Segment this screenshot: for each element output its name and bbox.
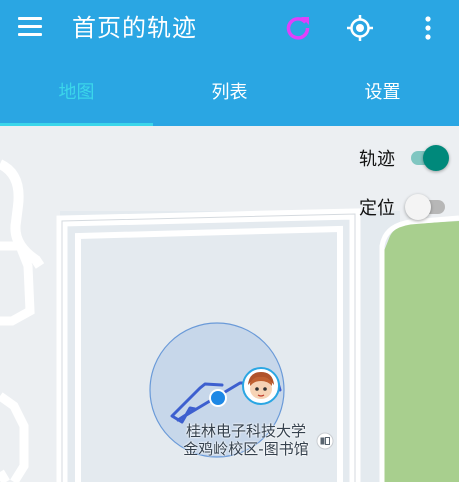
- current-location-dot-icon: [209, 389, 227, 407]
- track-toggle[interactable]: [407, 145, 449, 171]
- gps-locate-icon: [347, 15, 373, 41]
- user-avatar-icon[interactable]: [242, 367, 280, 405]
- track-toggle-thumb: [423, 145, 449, 171]
- refresh-button[interactable]: [280, 10, 316, 46]
- location-switch-label: 定位: [359, 198, 395, 219]
- location-toggle[interactable]: [405, 194, 447, 220]
- location-toggle-thumb: [405, 194, 431, 220]
- location-switch-row: 定位: [359, 194, 447, 220]
- poi-name-line1: 桂林电子科技大学: [185, 422, 306, 440]
- hamburger-menu-icon[interactable]: [18, 17, 42, 37]
- page-title: 首页的轨迹: [72, 14, 197, 42]
- map-view[interactable]: 桂林电子科技大学 金鸡岭校区-图书馆 轨迹 定位: [0, 126, 459, 482]
- library-poi-icon[interactable]: [316, 432, 334, 450]
- tab-map-label: 地图: [58, 82, 95, 103]
- tab-map[interactable]: 地图: [0, 56, 153, 126]
- track-switch-row: 轨迹: [359, 145, 449, 171]
- tab-list[interactable]: 列表: [153, 56, 306, 126]
- app-bar: 首页的轨迹: [0, 0, 459, 56]
- tab-list-label: 列表: [211, 82, 248, 103]
- tab-bar: 地图 列表 设置: [0, 56, 459, 126]
- more-vert-icon: [425, 16, 431, 40]
- refresh-icon: [286, 17, 310, 40]
- tab-settings-label: 设置: [364, 82, 401, 103]
- locate-button[interactable]: [342, 10, 378, 46]
- tab-settings[interactable]: 设置: [306, 56, 459, 126]
- overflow-menu-button[interactable]: [410, 10, 446, 46]
- poi-name-line2: 金鸡岭校区-图书馆: [183, 440, 309, 458]
- track-switch-label: 轨迹: [359, 149, 395, 170]
- poi-label[interactable]: 桂林电子科技大学 金鸡岭校区-图书馆: [176, 422, 316, 458]
